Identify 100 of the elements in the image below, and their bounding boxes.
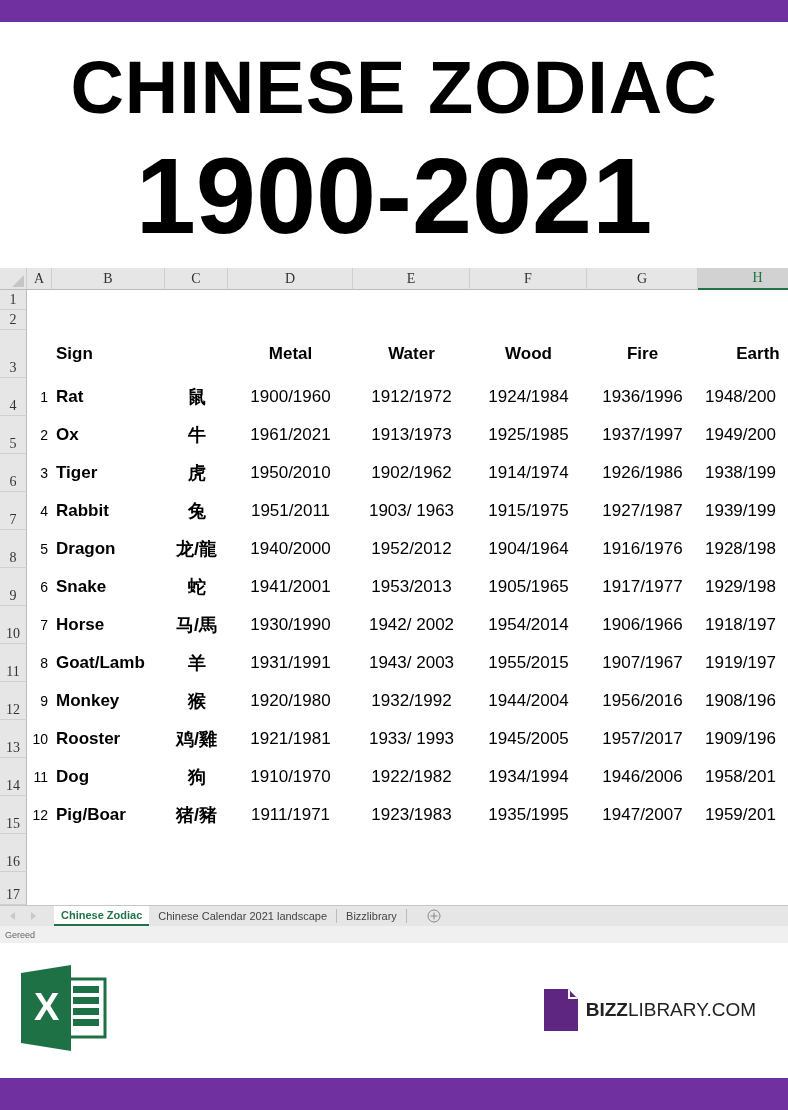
- table-cell-text: Pig/Boar: [55, 804, 127, 826]
- row-header[interactable]: 2: [0, 310, 27, 330]
- table-cell: 1: [40, 389, 48, 405]
- table-cell-text: 1932/1992: [370, 690, 453, 712]
- table-cell-text: Water: [387, 343, 436, 365]
- table-cell-text: 1916/1976: [601, 538, 684, 560]
- table-cell: 4: [40, 503, 48, 519]
- table-cell-text: 1922/1982: [370, 766, 453, 788]
- table-cell: 2: [40, 427, 48, 443]
- add-sheet-icon[interactable]: [426, 909, 441, 923]
- title-heading: CHINESE ZODIAC: [70, 48, 718, 128]
- row-header[interactable]: 5: [0, 416, 27, 454]
- table-cell-text: 1945/2005: [487, 728, 570, 750]
- table-cell-text: 蛇: [186, 576, 207, 599]
- spreadsheet-logo-icon: [21, 965, 107, 1051]
- table-cell-text: 虎: [186, 462, 207, 485]
- table-cell-text: 1937/1997: [601, 424, 684, 446]
- row-header[interactable]: 8: [0, 530, 27, 568]
- row-header[interactable]: 9: [0, 568, 27, 606]
- table-cell-text: 1915/1975: [487, 500, 570, 522]
- table-cell-text: 1923/1983: [370, 804, 453, 826]
- table-cell-text: 1956/2016: [601, 690, 684, 712]
- table-cell-text: 1953/2013: [370, 576, 453, 598]
- table-cell-text: 鼠: [186, 386, 207, 409]
- sheet-tab[interactable]: Chinese Zodiac: [54, 906, 150, 926]
- table-cell-text: Goat/Lamb: [55, 652, 146, 674]
- row-header[interactable]: 6: [0, 454, 27, 492]
- row-header[interactable]: 10: [0, 606, 27, 644]
- table-cell-text: Monkey: [55, 690, 121, 712]
- table-cell-text: 1951/2011: [249, 500, 332, 522]
- scroll-right-icon[interactable]: [30, 912, 36, 920]
- table-cell: 5: [40, 541, 48, 557]
- row-header[interactable]: 4: [0, 378, 27, 416]
- table-cell-text: 1902/1962: [370, 462, 453, 484]
- document-icon: [543, 989, 578, 1031]
- column-header[interactable]: A: [27, 268, 52, 290]
- year-range-heading: 1900-2021: [135, 136, 653, 256]
- table-cell-text: 1928/198: [704, 538, 777, 560]
- table-cell-text: 1931/1991: [249, 652, 332, 674]
- table-cell-text: 1909/196: [704, 728, 777, 750]
- table-cell-text: Sign: [55, 343, 94, 365]
- column-header[interactable]: D: [228, 268, 353, 290]
- table-cell-text: 1949/200: [704, 424, 777, 446]
- table-cell-text: Tiger: [55, 462, 99, 484]
- table-cell-text: 1929/198: [704, 576, 777, 598]
- table-cell-text: 1926/1986: [601, 462, 684, 484]
- table-cell-text: 1943/ 2003: [367, 652, 456, 674]
- table-cell-text: 1921/1981: [249, 728, 332, 750]
- table-cell-text: 1936/1996: [601, 386, 684, 408]
- table-cell-text: Snake: [55, 576, 108, 598]
- table-cell-text: 1900/1960: [249, 386, 332, 408]
- column-header[interactable]: E: [353, 268, 470, 290]
- column-header[interactable]: G: [587, 268, 698, 290]
- table-cell-text: 1954/2014: [487, 614, 570, 636]
- row-header[interactable]: 11: [0, 644, 27, 682]
- row-header[interactable]: 7: [0, 492, 27, 530]
- table-cell: 3: [40, 465, 48, 481]
- row-header[interactable]: 13: [0, 720, 27, 758]
- row-header[interactable]: 12: [0, 682, 27, 720]
- table-cell-text: Ox: [55, 424, 80, 446]
- table-cell-text: 兔: [186, 500, 207, 523]
- table-cell: 9: [40, 693, 48, 709]
- sheet-tab[interactable]: Chinese Calendar 2021 landscape: [149, 909, 338, 923]
- row-header[interactable]: 16: [0, 834, 27, 872]
- table-cell-text: 羊: [186, 652, 207, 675]
- table-cell-text: 1913/1973: [370, 424, 453, 446]
- table-cell-text: 1950/2010: [249, 462, 332, 484]
- column-header[interactable]: H: [698, 268, 788, 290]
- table-cell-text: 1946/2006: [601, 766, 684, 788]
- table-cell-text: 1940/2000: [249, 538, 332, 560]
- row-header[interactable]: 14: [0, 758, 27, 796]
- row-header[interactable]: 1: [0, 290, 27, 310]
- scroll-left-icon[interactable]: [10, 912, 16, 920]
- table-cell-text: 1910/1970: [249, 766, 332, 788]
- table-cell-text: Earth: [735, 343, 781, 365]
- table-cell-text: Dog: [55, 766, 91, 788]
- table-cell-text: 1955/2015: [487, 652, 570, 674]
- row-header[interactable]: 3: [0, 330, 27, 378]
- table-cell-text: 1961/2021: [249, 424, 332, 446]
- table-cell: 8: [40, 655, 48, 671]
- row-header[interactable]: 15: [0, 796, 27, 834]
- table-cell-text: Wood: [504, 343, 553, 365]
- row-header[interactable]: 17: [0, 872, 27, 905]
- table-cell: 10: [32, 731, 48, 747]
- brand-name[interactable]: BIZZLIBRARY.COM: [585, 999, 756, 1021]
- table-cell-text: 1918/197: [704, 614, 777, 636]
- column-header[interactable]: B: [52, 268, 165, 290]
- column-header[interactable]: C: [165, 268, 228, 290]
- table-cell-text: Fire: [625, 343, 660, 365]
- table-cell-text: 1904/1964: [487, 538, 570, 560]
- table-cell-text: 猴: [186, 690, 207, 713]
- sheet-tab[interactable]: Bizzlibrary: [337, 909, 407, 923]
- table-cell-text: 1925/1985: [487, 424, 570, 446]
- status-text: Gereed: [5, 929, 36, 940]
- table-cell-text: 1906/1966: [601, 614, 684, 636]
- table-cell-text: 鸡/雞: [174, 728, 218, 751]
- select-all-icon[interactable]: [12, 275, 24, 287]
- column-header[interactable]: F: [470, 268, 587, 290]
- table-cell-text: 1930/1990: [249, 614, 332, 636]
- table-cell: 11: [33, 769, 48, 785]
